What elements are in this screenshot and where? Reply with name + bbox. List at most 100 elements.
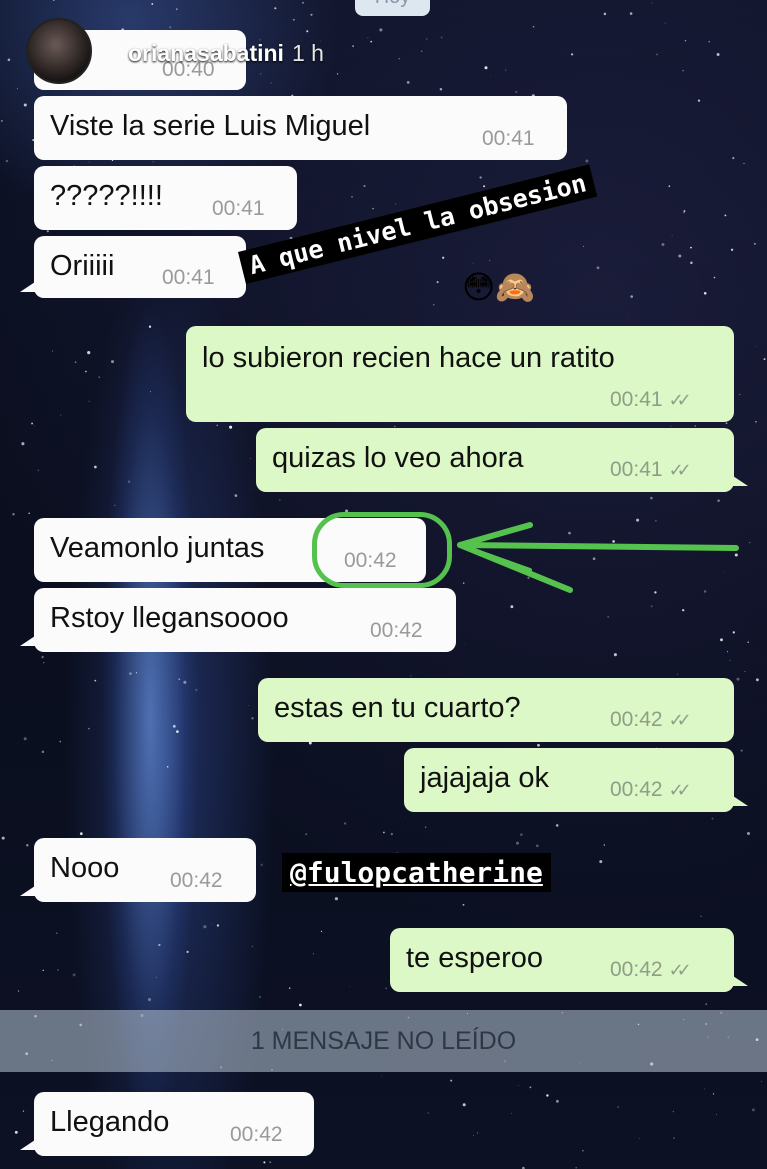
star <box>739 394 741 396</box>
star <box>732 157 735 160</box>
star <box>476 1132 479 1134</box>
message-text: Viste la serie Luis Miguel <box>50 110 371 142</box>
message-bubble-incoming[interactable]: Nooo 00:42 <box>20 838 256 902</box>
time-text: 00:41 <box>610 388 663 411</box>
message-time: 00:42 ✓✓ <box>610 778 692 802</box>
username-text: orianasabatini <box>128 40 284 66</box>
double-check-icon: ✓✓ <box>668 960 692 980</box>
message-bubble-incoming[interactable]: Oriiiii 00:41 <box>20 236 246 298</box>
star <box>690 261 693 265</box>
star <box>671 235 673 237</box>
star <box>511 1113 512 1114</box>
star <box>575 1166 578 1169</box>
star <box>744 671 746 672</box>
message-text: Rstoy llegansoooo <box>50 602 289 634</box>
star <box>59 414 62 416</box>
star <box>251 717 254 720</box>
star <box>462 903 465 906</box>
message-bubble-outgoing[interactable]: jajajaja ok 00:42 ✓✓ <box>404 748 748 812</box>
star <box>664 22 666 24</box>
star <box>367 37 369 39</box>
star <box>270 82 272 84</box>
star <box>127 480 131 483</box>
star <box>761 1081 763 1082</box>
star <box>682 70 684 72</box>
star <box>250 458 251 459</box>
star <box>372 207 374 210</box>
star <box>583 245 585 247</box>
message-bubble-outgoing[interactable]: estas en tu cuarto? 00:42 ✓✓ <box>258 678 734 742</box>
star <box>427 1112 429 1114</box>
star <box>21 442 25 446</box>
star <box>743 162 745 164</box>
star <box>320 930 323 933</box>
star <box>406 81 410 84</box>
star <box>668 185 671 188</box>
message-time: 00:42 <box>370 619 423 642</box>
message-bubble-outgoing[interactable]: quizas lo veo ahora 00:41 ✓✓ <box>256 428 748 492</box>
star <box>483 185 486 188</box>
star <box>52 350 53 352</box>
star <box>650 496 653 500</box>
star <box>439 87 443 91</box>
star <box>211 923 212 925</box>
star <box>344 822 347 825</box>
star <box>88 161 90 163</box>
star <box>725 422 728 425</box>
double-check-icon: ✓✓ <box>668 390 692 410</box>
avatar[interactable] <box>26 18 92 84</box>
star <box>57 969 59 971</box>
star <box>627 315 629 317</box>
bubble-tail <box>730 794 748 806</box>
story-mention[interactable]: @fulopcatherine <box>282 853 551 892</box>
day-pill: Hoy <box>355 0 430 16</box>
message-bubble-incoming[interactable]: Llegando 00:42 <box>20 1092 314 1156</box>
star <box>516 841 519 845</box>
star <box>336 73 339 75</box>
star <box>151 2 154 5</box>
story-username[interactable]: orianasabatini 1 h <box>128 40 324 67</box>
message-bubble-outgoing[interactable]: lo subieron recien hace un ratito 00:41 ✓… <box>186 326 734 422</box>
star <box>464 643 466 645</box>
star <box>629 12 633 15</box>
message-bubble-outgoing[interactable]: te esperoo 00:42 ✓✓ <box>390 928 748 992</box>
time-text: 00:42 <box>610 708 663 731</box>
star <box>79 832 83 836</box>
star <box>532 25 535 28</box>
star <box>175 8 178 10</box>
star <box>383 831 385 834</box>
star <box>88 727 90 730</box>
star <box>260 863 263 867</box>
star <box>763 358 766 361</box>
star <box>158 943 161 947</box>
star <box>697 99 701 102</box>
star <box>37 469 39 471</box>
star <box>33 425 36 427</box>
message-text: estas en tu cuarto? <box>274 692 521 724</box>
star <box>229 425 233 429</box>
star <box>673 1137 675 1139</box>
message-time: 00:41 <box>212 197 265 220</box>
star <box>555 824 559 827</box>
star <box>312 953 315 955</box>
star <box>349 986 351 987</box>
star <box>479 176 482 179</box>
star <box>639 1137 640 1139</box>
star <box>489 259 491 261</box>
message-text: te esperoo <box>406 942 544 974</box>
highlight-arrow <box>457 522 739 593</box>
star <box>529 1086 532 1089</box>
star <box>59 740 62 743</box>
star <box>305 833 307 835</box>
star <box>670 425 672 427</box>
message-bubble-incoming[interactable]: Viste la serie Luis Miguel 00:41 <box>34 96 567 160</box>
star <box>203 925 207 929</box>
star <box>129 672 132 675</box>
star <box>694 425 697 427</box>
star <box>26 844 29 847</box>
star <box>381 1075 383 1077</box>
star <box>293 18 295 21</box>
star <box>299 1003 302 1007</box>
message-bubble-incoming[interactable]: Rstoy llegansoooo 00:42 <box>20 588 456 652</box>
message-bubble-incoming[interactable]: ?????!!!! 00:41 <box>34 166 297 230</box>
